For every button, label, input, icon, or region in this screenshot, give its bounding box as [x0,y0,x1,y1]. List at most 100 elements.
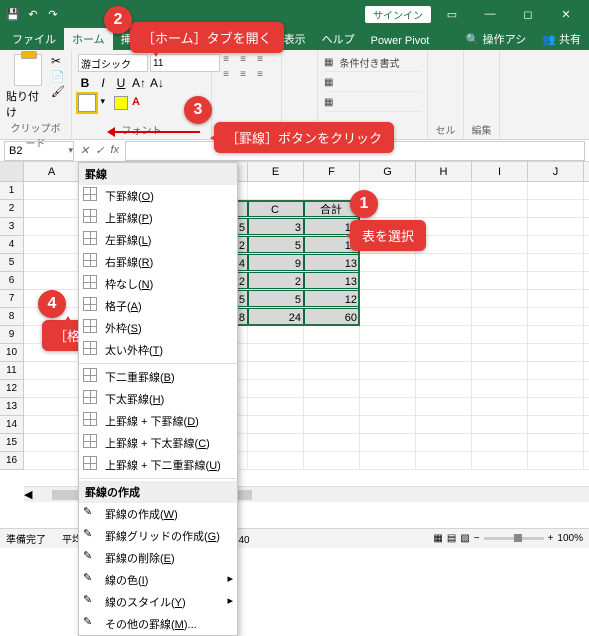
cell[interactable] [416,380,472,397]
cell[interactable] [360,452,416,469]
cell[interactable]: 2 [248,272,304,289]
cell[interactable] [528,308,584,325]
menu-item-外枠[interactable]: 外枠(S) [79,317,237,339]
col-header[interactable]: E [248,162,304,181]
cell[interactable] [24,434,80,451]
cell[interactable] [24,272,80,289]
row-header[interactable]: 4 [0,236,24,254]
cell-styles-button[interactable]: ▦ [324,94,421,112]
col-header[interactable]: H [416,162,472,181]
cell[interactable] [528,398,584,415]
cell[interactable]: 24 [248,308,304,325]
tab-file[interactable]: ファイル [4,28,64,50]
menu-item-上罫線 + 下二重罫線[interactable]: 上罫線 + 下二重罫線(U) [79,454,237,476]
cell[interactable] [248,434,304,451]
col-header[interactable]: A [24,162,80,181]
cell[interactable] [528,254,584,271]
normal-view-icon[interactable]: ▦ [433,533,442,544]
row-header[interactable]: 3 [0,218,24,236]
undo-icon[interactable]: ↶ [26,7,40,21]
cell[interactable] [472,362,528,379]
menu-item-線の色[interactable]: ✎線の色(I)▸ [79,569,237,591]
align-right-icon[interactable]: ≡ [252,69,268,83]
menu-item-その他の罫線[interactable]: ✎その他の罫線(M)... [79,613,237,635]
menu-item-下太罫線[interactable]: 下太罫線(H) [79,388,237,410]
font-name-input[interactable] [78,54,148,72]
menu-item-下罫線[interactable]: 下罫線(O) [79,185,237,207]
fx-icon[interactable]: fx [110,144,119,157]
select-all-triangle[interactable] [0,162,24,181]
cell[interactable] [528,434,584,451]
cell[interactable] [528,452,584,469]
cell[interactable]: 60 [304,308,360,325]
italic-button[interactable]: I [96,76,110,90]
cell[interactable] [528,380,584,397]
conditional-format-button[interactable]: 条件付き書式 [324,54,421,72]
cell[interactable] [304,380,360,397]
menu-item-罫線グリッドの作成[interactable]: ✎罫線グリッドの作成(G) [79,525,237,547]
col-header[interactable]: G [360,162,416,181]
cell[interactable] [472,272,528,289]
cell[interactable] [248,362,304,379]
cell[interactable] [416,452,472,469]
format-painter-icon[interactable]: 🖌 [51,85,65,98]
cell[interactable] [360,272,416,289]
tab-powerpivot[interactable]: Power Pivot [363,32,438,50]
paste-icon[interactable] [14,54,42,86]
row-header[interactable]: 16 [0,452,24,470]
cell[interactable] [416,290,472,307]
cell[interactable] [528,416,584,433]
cell[interactable] [528,218,584,235]
worksheet-grid[interactable]: A B C D E F G H I J 12345678910111213141… [0,162,589,522]
cell[interactable] [360,434,416,451]
cell[interactable] [472,380,528,397]
cell[interactable] [248,416,304,433]
cell[interactable] [304,434,360,451]
cell[interactable] [528,272,584,289]
cell[interactable] [304,344,360,361]
cell[interactable] [304,416,360,433]
cell[interactable] [528,362,584,379]
cell[interactable] [472,344,528,361]
row-header[interactable]: 2 [0,200,24,218]
cell[interactable] [24,182,80,199]
cell[interactable] [360,380,416,397]
menu-item-左罫線[interactable]: 左罫線(L) [79,229,237,251]
row-header[interactable]: 6 [0,272,24,290]
cell[interactable] [24,416,80,433]
cell[interactable] [24,452,80,469]
cell[interactable] [24,218,80,235]
name-box[interactable]: B2 [4,141,74,161]
underline-button[interactable]: U [114,76,128,90]
cell[interactable]: 3 [248,218,304,235]
cell[interactable] [528,200,584,217]
cell[interactable] [528,236,584,253]
cell[interactable] [360,344,416,361]
align-top-icon[interactable]: ≡ [218,54,234,68]
cell[interactable] [416,182,472,199]
row-header[interactable]: 13 [0,398,24,416]
cell[interactable] [304,452,360,469]
cell[interactable] [416,272,472,289]
align-left-icon[interactable]: ≡ [218,69,234,83]
menu-item-太い外枠[interactable]: 太い外枠(T) [79,339,237,361]
cell[interactable]: 12 [304,290,360,307]
cell[interactable] [360,254,416,271]
page-layout-view-icon[interactable]: ▤ [447,533,456,544]
cell[interactable] [472,218,528,235]
redo-icon[interactable]: ↷ [46,7,60,21]
cell[interactable] [24,398,80,415]
cell[interactable] [528,182,584,199]
cell[interactable]: 5 [248,236,304,253]
tab-home[interactable]: ホーム [64,28,113,50]
menu-item-上罫線[interactable]: 上罫線(P) [79,207,237,229]
cell[interactable] [416,200,472,217]
menu-item-線のスタイル[interactable]: ✎線のスタイル(Y)▸ [79,591,237,613]
fill-color-button[interactable] [114,96,128,110]
cell[interactable] [472,326,528,343]
cell[interactable] [360,290,416,307]
cell[interactable] [24,200,80,217]
row-header[interactable]: 5 [0,254,24,272]
cancel-formula-icon[interactable]: ✕ [80,144,89,157]
menu-item-格子[interactable]: 格子(A) [79,295,237,317]
